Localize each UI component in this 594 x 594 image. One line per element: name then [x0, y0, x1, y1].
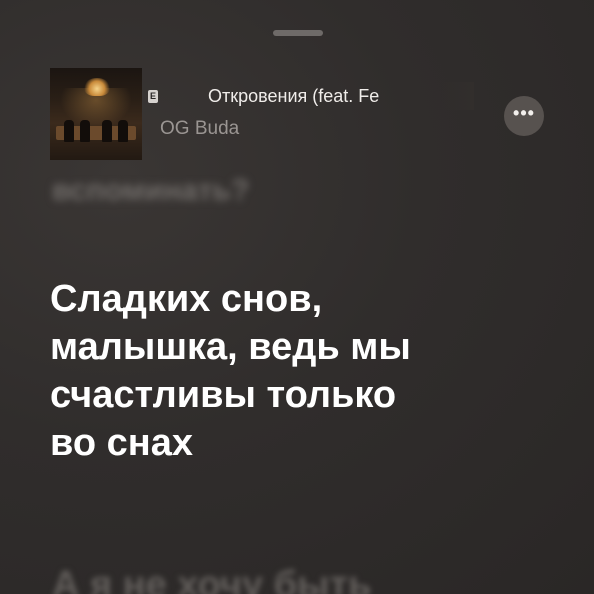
lyric-line-current[interactable]: Сладких снов, малышка, ведь мы счастливы…: [50, 275, 570, 467]
song-title[interactable]: Откровения (feat. Fe: [208, 86, 470, 107]
title-fade: [440, 82, 474, 110]
lyric-current-line: во снах: [50, 422, 193, 464]
lyric-line-previous[interactable]: вспоминать?: [52, 174, 249, 208]
album-art-figure: [118, 120, 128, 142]
album-art[interactable]: [50, 68, 142, 160]
lyric-line-next[interactable]: А я не хочу быть: [52, 564, 371, 594]
album-art-figure: [64, 120, 74, 142]
lyric-current-line: Сладких снов,: [50, 278, 323, 320]
lyrics-screen: E Откровения (feat. Fe OG Buda ••• вспом…: [0, 0, 594, 594]
ellipsis-icon: •••: [513, 103, 535, 123]
now-playing-header: E Откровения (feat. Fe OG Buda •••: [0, 0, 594, 170]
lyric-current-line: малышка, ведь мы: [50, 326, 411, 368]
album-art-figure: [102, 120, 112, 142]
artist-name[interactable]: OG Buda: [160, 118, 239, 140]
lyric-current-line: счастливы только: [50, 374, 397, 416]
explicit-badge: E: [148, 90, 158, 103]
more-options-button[interactable]: •••: [504, 96, 544, 136]
album-art-figure: [80, 120, 90, 142]
album-art-lamp: [84, 78, 110, 96]
